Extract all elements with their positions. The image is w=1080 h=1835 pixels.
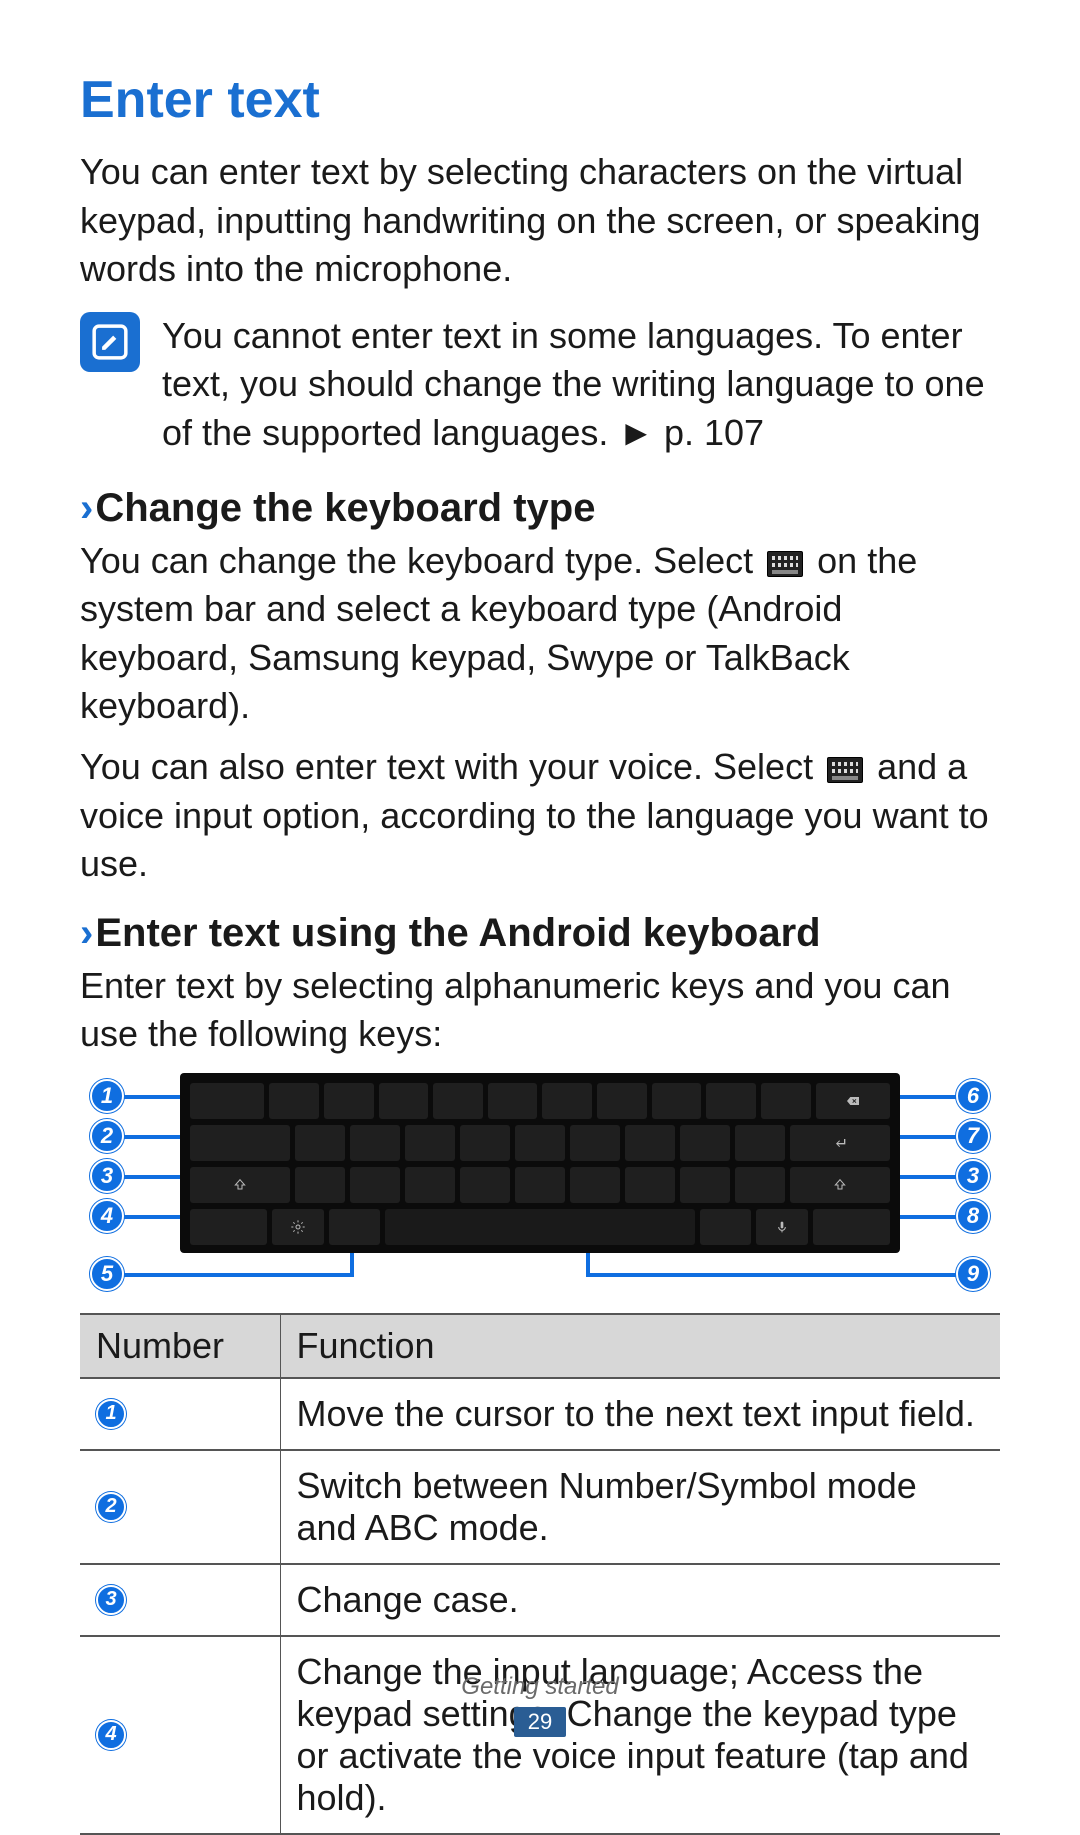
table-header: Function xyxy=(280,1314,1000,1378)
callout-badge: 3 xyxy=(90,1159,124,1193)
backspace-icon xyxy=(845,1093,861,1109)
manual-page: Enter text You can enter text by selecti… xyxy=(0,0,1080,1771)
chevron-right-icon: › xyxy=(80,486,93,530)
note-block: You cannot enter text in some languages.… xyxy=(80,312,1000,458)
paragraph: You can change the keyboard type. Select… xyxy=(80,537,1000,731)
keyboard-row xyxy=(190,1083,890,1119)
mode-key xyxy=(190,1125,290,1161)
keyboard-diagram: 1 2 3 4 5 6 7 3 8 9 xyxy=(90,1073,990,1303)
keyboard-row xyxy=(190,1167,890,1203)
shift-right-key xyxy=(790,1167,890,1203)
note-info-icon xyxy=(80,312,140,372)
page-number: 29 xyxy=(514,1707,566,1737)
shift-left-key xyxy=(190,1167,290,1203)
virtual-keyboard xyxy=(180,1073,900,1253)
callout-badge: 6 xyxy=(956,1079,990,1113)
gear-icon xyxy=(290,1219,306,1235)
settings-key xyxy=(272,1209,324,1245)
callout-badge: 1 xyxy=(96,1399,126,1429)
paragraph: You can also enter text with your voice.… xyxy=(80,743,1000,889)
keyboard-icon xyxy=(827,757,863,783)
mic-icon xyxy=(774,1219,790,1235)
table-row: 1 Move the cursor to the next text input… xyxy=(80,1378,1000,1450)
subheading-text: Change the keyboard type xyxy=(95,486,595,530)
enter-icon xyxy=(832,1135,848,1151)
backspace-key xyxy=(816,1083,890,1119)
subheading-android-keyboard: ›Enter text using the Android keyboard xyxy=(80,911,1000,956)
tab-key xyxy=(190,1083,264,1119)
note-text: You cannot enter text in some languages.… xyxy=(162,312,1000,458)
intro-paragraph: You can enter text by selecting characte… xyxy=(80,148,1000,294)
mic-key xyxy=(756,1209,808,1245)
table-cell: Move the cursor to the next text input f… xyxy=(280,1378,1000,1450)
paragraph: Enter text by selecting alphanumeric key… xyxy=(80,962,1000,1059)
text-run: You can also enter text with your voice.… xyxy=(80,746,823,787)
callout-badge: 8 xyxy=(956,1199,990,1233)
enter-key xyxy=(790,1125,890,1161)
subheading-text: Enter text using the Android keyboard xyxy=(95,911,820,955)
callout-badge: 1 xyxy=(90,1079,124,1113)
keyboard-icon xyxy=(767,551,803,577)
callout-badge: 3 xyxy=(956,1159,990,1193)
subheading-change-keyboard: ›Change the keyboard type xyxy=(80,486,1000,531)
function-table: Number Function 1 Move the cursor to the… xyxy=(80,1313,1000,1835)
text-run: You can change the keyboard type. Select xyxy=(80,540,763,581)
chevron-right-icon: › xyxy=(80,911,93,955)
keyboard-row xyxy=(190,1209,890,1245)
keyboard-row xyxy=(190,1125,890,1161)
page-footer: Getting started 29 xyxy=(0,1673,1080,1737)
callout-badge: 2 xyxy=(96,1492,126,1522)
lang-key xyxy=(329,1209,381,1245)
table-cell: Switch between Number/Symbol mode and AB… xyxy=(280,1450,1000,1564)
table-cell: Change case. xyxy=(280,1564,1000,1636)
callout-badge: 3 xyxy=(96,1585,126,1615)
callout-badge: 2 xyxy=(90,1119,124,1153)
callout-badge: 5 xyxy=(90,1257,124,1291)
callout-badge: 9 xyxy=(956,1257,990,1291)
table-row: 3 Change case. xyxy=(80,1564,1000,1636)
page-title: Enter text xyxy=(80,70,1000,130)
shift-icon xyxy=(232,1177,248,1193)
callout-badge: 7 xyxy=(956,1119,990,1153)
footer-section-name: Getting started xyxy=(0,1673,1080,1701)
callout-badge: 4 xyxy=(90,1199,124,1233)
pencil-in-square-icon xyxy=(91,323,129,361)
space-key xyxy=(385,1209,694,1245)
shift-icon xyxy=(832,1177,848,1193)
table-row: 2 Switch between Number/Symbol mode and … xyxy=(80,1450,1000,1564)
table-header: Number xyxy=(80,1314,280,1378)
